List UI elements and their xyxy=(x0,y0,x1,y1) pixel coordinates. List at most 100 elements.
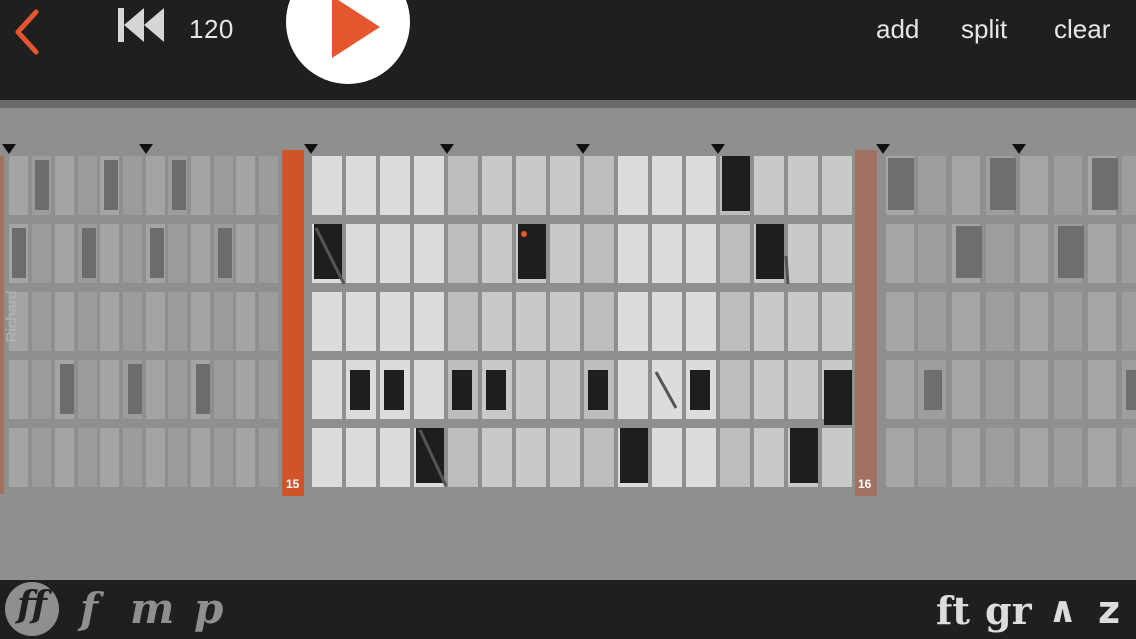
step-cell[interactable] xyxy=(414,292,444,351)
step-cell[interactable] xyxy=(55,224,74,283)
dynamic-ff-button[interactable]: ff xyxy=(10,584,54,626)
step-cell[interactable] xyxy=(720,428,750,487)
note-block[interactable] xyxy=(620,428,648,483)
step-cell[interactable] xyxy=(986,428,1014,487)
note-block[interactable] xyxy=(486,370,506,410)
step-cell[interactable] xyxy=(214,360,233,419)
step-cell[interactable] xyxy=(191,224,210,283)
step-cell[interactable] xyxy=(482,156,512,215)
step-cell[interactable] xyxy=(952,360,980,419)
step-cell[interactable] xyxy=(78,156,97,215)
step-cell[interactable] xyxy=(686,156,716,215)
step-cell[interactable] xyxy=(822,292,852,351)
step-cell[interactable] xyxy=(214,428,233,487)
step-cell[interactable] xyxy=(686,428,716,487)
note-block[interactable] xyxy=(150,228,164,278)
step-cell[interactable] xyxy=(380,428,410,487)
step-cell[interactable] xyxy=(414,224,444,283)
step-cell[interactable] xyxy=(822,224,852,283)
dynamic-f-button[interactable]: f xyxy=(80,584,98,633)
note-block[interactable] xyxy=(350,370,370,410)
note-block[interactable] xyxy=(1092,158,1118,210)
step-cell[interactable] xyxy=(550,292,580,351)
step-cell[interactable] xyxy=(918,224,946,283)
step-cell[interactable] xyxy=(312,428,342,487)
step-cell[interactable] xyxy=(788,224,818,283)
note-block[interactable] xyxy=(60,364,74,414)
step-cell[interactable] xyxy=(100,224,119,283)
step-cell[interactable] xyxy=(32,224,51,283)
step-cell[interactable] xyxy=(886,292,914,351)
bar-marker-16[interactable] xyxy=(855,150,877,496)
step-cell[interactable] xyxy=(380,156,410,215)
step-cell[interactable] xyxy=(236,360,255,419)
step-cell[interactable] xyxy=(720,224,750,283)
step-cell[interactable] xyxy=(9,428,28,487)
note-block[interactable] xyxy=(314,224,342,279)
step-cell[interactable] xyxy=(168,292,187,351)
step-cell[interactable] xyxy=(146,428,165,487)
step-cell[interactable] xyxy=(1088,360,1116,419)
step-cell[interactable] xyxy=(191,156,210,215)
step-cell[interactable] xyxy=(55,292,74,351)
note-block[interactable] xyxy=(690,370,710,410)
step-cell[interactable] xyxy=(516,360,546,419)
step-cell[interactable] xyxy=(55,428,74,487)
dynamic-p-button[interactable]: p xyxy=(194,584,223,633)
dynamic-m-button[interactable]: m xyxy=(130,584,174,633)
step-cell[interactable] xyxy=(123,292,142,351)
step-cell[interactable] xyxy=(1088,224,1116,283)
step-cell[interactable] xyxy=(550,224,580,283)
step-cell[interactable] xyxy=(550,360,580,419)
step-cell[interactable] xyxy=(652,292,682,351)
articulation-gr-button[interactable]: gr xyxy=(985,588,1032,633)
step-cell[interactable] xyxy=(55,156,74,215)
note-block[interactable] xyxy=(196,364,210,414)
articulation-ft-button[interactable]: ft xyxy=(936,588,970,633)
step-cell[interactable] xyxy=(822,156,852,215)
step-cell[interactable] xyxy=(236,428,255,487)
step-cell[interactable] xyxy=(32,292,51,351)
step-cell[interactable] xyxy=(1122,224,1136,283)
step-cell[interactable] xyxy=(259,360,278,419)
note-block[interactable] xyxy=(756,224,784,279)
step-cell[interactable] xyxy=(618,156,648,215)
step-cell[interactable] xyxy=(952,428,980,487)
step-cell[interactable] xyxy=(1088,292,1116,351)
step-cell[interactable] xyxy=(918,428,946,487)
back-button[interactable] xyxy=(8,6,48,56)
note-block[interactable] xyxy=(956,226,982,278)
step-cell[interactable] xyxy=(652,360,682,419)
note-block[interactable] xyxy=(218,228,232,278)
step-cell[interactable] xyxy=(986,360,1014,419)
step-cell[interactable] xyxy=(618,292,648,351)
step-cell[interactable] xyxy=(346,428,376,487)
step-cell[interactable] xyxy=(259,224,278,283)
step-cell[interactable] xyxy=(32,360,51,419)
step-cell[interactable] xyxy=(482,292,512,351)
step-cell[interactable] xyxy=(482,428,512,487)
step-cell[interactable] xyxy=(146,156,165,215)
step-cell[interactable] xyxy=(1122,292,1136,351)
step-cell[interactable] xyxy=(414,156,444,215)
step-cell[interactable] xyxy=(686,224,716,283)
step-cell[interactable] xyxy=(380,224,410,283)
step-cell[interactable] xyxy=(1020,156,1048,215)
note-block[interactable] xyxy=(452,370,472,410)
note-block[interactable] xyxy=(588,370,608,410)
note-block[interactable] xyxy=(790,428,818,483)
step-cell[interactable] xyxy=(886,224,914,283)
step-cell[interactable] xyxy=(1020,292,1048,351)
clear-button[interactable]: clear xyxy=(1054,14,1110,45)
step-cell[interactable] xyxy=(448,428,478,487)
step-cell[interactable] xyxy=(754,292,784,351)
step-cell[interactable] xyxy=(1122,428,1136,487)
note-block[interactable] xyxy=(888,158,914,210)
note-block[interactable] xyxy=(416,428,444,483)
step-cell[interactable] xyxy=(788,156,818,215)
step-cell[interactable] xyxy=(754,360,784,419)
step-cell[interactable] xyxy=(886,428,914,487)
step-cell[interactable] xyxy=(918,156,946,215)
step-cell[interactable] xyxy=(312,156,342,215)
step-cell[interactable] xyxy=(788,292,818,351)
